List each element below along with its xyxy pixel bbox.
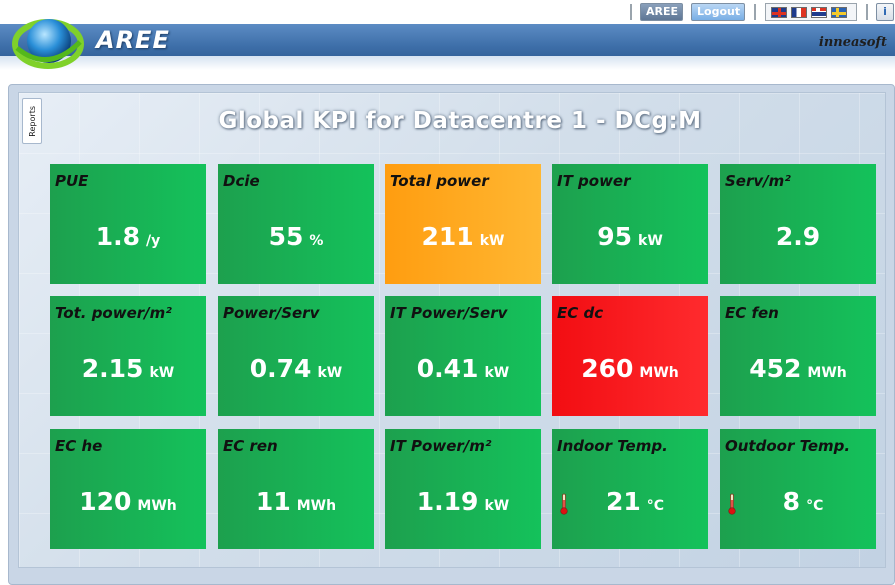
globe-logo-icon [12,19,84,69]
kpi-value-row: 1.8/y [50,222,206,258]
kpi-unit: kW [317,365,343,381]
kpi-tile[interactable]: Serv/m² 2.9 [720,164,876,284]
kpi-value-row: 95 kW [552,222,708,258]
kpi-label: EC dc [557,304,604,322]
kpi-value-row: 120 MWh [50,487,206,523]
kpi-unit: kW [484,498,510,514]
kpi-value-row: 2.15 kW [50,354,206,390]
kpi-unit: °C [646,498,665,514]
kpi-label: EC ren [223,437,278,455]
kpi-value: 95 [597,222,633,251]
kpi-label: IT Power/m² [390,437,492,455]
kpi-value: 55 [268,222,304,251]
kpi-value-row: 21 °C [552,487,708,523]
kpi-value: 11 [255,487,291,516]
kpi-value-row: 8 °C [720,487,876,523]
flag-sweden-icon[interactable] [831,6,847,18]
kpi-value: 120 [79,487,132,516]
page-title: Global KPI for Datacentre 1 - DCg:M [218,108,702,134]
kpi-tile[interactable]: Power/Serv 0.74 kW [218,296,374,416]
kpi-label: IT power [557,172,631,190]
kpi-value: 0.74 [249,354,312,383]
kpi-unit: °C [806,498,824,514]
kpi-unit: MWh [296,498,337,514]
kpi-label: Dcie [223,172,260,190]
kpi-value: 0.41 [416,354,479,383]
kpi-tile[interactable]: EC ren 11 MWh [218,429,374,549]
header-banner-fade [0,56,895,70]
kpi-label: Serv/m² [725,172,791,190]
kpi-value-row: 211 kW [385,222,541,258]
kpi-value-row: 260 MWh [552,354,708,390]
kpi-value: 2.15 [81,354,144,383]
kpi-value-row: 11 MWh [218,487,374,523]
kpi-unit: /y [146,233,161,249]
kpi-tile[interactable]: PUE 1.8/y [50,164,206,284]
kpi-label: EC fen [725,304,779,322]
kpi-unit: MWh [639,365,679,381]
aree-button[interactable]: AREE [640,3,683,21]
brand-name: AREE [96,26,170,54]
kpi-value-row: 0.74 kW [218,354,374,390]
kpi-label: Indoor Temp. [557,437,668,455]
kpi-unit: kW [479,233,505,249]
kpi-tile[interactable]: IT Power/m² 1.19 kW [385,429,541,549]
kpi-label: IT Power/Serv [390,304,508,322]
flag-france-icon[interactable] [791,6,807,18]
kpi-value: 21 [605,487,641,516]
kpi-label: Tot. power/m² [55,304,172,322]
kpi-value-row: 1.19 kW [385,487,541,523]
language-selector [765,3,857,21]
kpi-tile[interactable]: EC dc 260 MWh [552,296,708,416]
kpi-value-row: 0.41 kW [385,354,541,390]
kpi-tile[interactable]: Indoor Temp. 21 °C [552,429,708,549]
kpi-value-row: 452 MWh [720,354,876,390]
kpi-unit: MWh [137,498,177,514]
kpi-unit: MWh [807,365,847,381]
vendor-logo: inneasoft [818,35,887,50]
kpi-value-row: 55% [218,222,374,258]
kpi-tile[interactable]: Outdoor Temp. 8 °C [720,429,876,549]
separator [630,4,632,20]
kpi-label: Total power [390,172,489,190]
kpi-value: 260 [581,354,634,383]
kpi-value: 1.8 [95,222,141,251]
kpi-label: EC he [55,437,103,455]
kpi-tile[interactable]: Tot. power/m² 2.15 kW [50,296,206,416]
kpi-label: Power/Serv [223,304,320,322]
kpi-tile[interactable]: IT Power/Serv 0.41 kW [385,296,541,416]
kpi-label: PUE [55,172,89,190]
kpi-tile[interactable]: IT power 95 kW [552,164,708,284]
reports-tab[interactable]: Reports [22,98,42,144]
kpi-unit: kW [149,365,175,381]
kpi-value: 211 [421,222,474,251]
logout-button[interactable]: Logout [691,3,745,21]
kpi-value: 452 [749,354,802,383]
kpi-unit: kW [484,365,510,381]
kpi-tile[interactable]: Total power 211 kW [385,164,541,284]
kpi-unit: % [309,233,324,249]
kpi-value: 8 [782,487,801,516]
kpi-tile[interactable]: EC he 120 MWh [50,429,206,549]
kpi-value: 1.19 [416,487,479,516]
kpi-value: 2.9 [775,222,821,251]
separator [754,4,756,20]
kpi-label: Outdoor Temp. [725,437,851,455]
separator [866,4,868,20]
kpi-tile[interactable]: Dcie 55% [218,164,374,284]
reports-tab-label: Reports [27,105,37,137]
kpi-unit: kW [638,233,663,249]
kpi-tile[interactable]: EC fen 452 MWh [720,296,876,416]
info-icon[interactable]: i [876,3,894,21]
flag-norway-icon[interactable] [811,6,827,18]
kpi-value-row: 2.9 [720,222,876,258]
flag-uk-icon[interactable] [771,6,787,18]
